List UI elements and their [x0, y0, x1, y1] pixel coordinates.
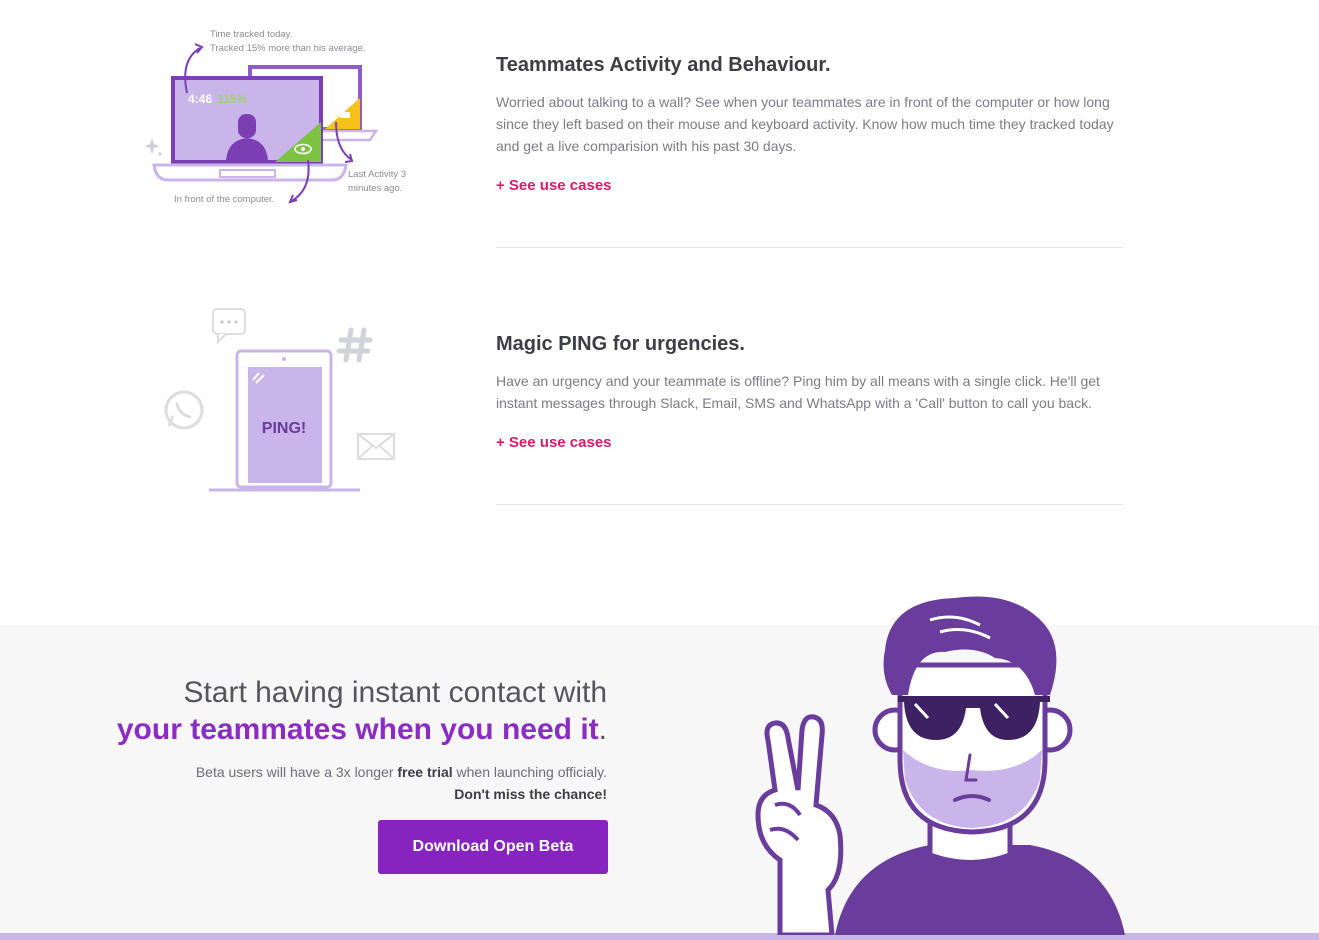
divider	[496, 247, 1123, 248]
phone-illustration: PING!	[164, 308, 395, 492]
last-activity-line2: minutes ago.	[348, 183, 402, 194]
timer-text: 4:46	[188, 92, 212, 106]
cta-sub-suffix: when launching officialy.	[452, 764, 607, 780]
cta-subtext-line2: Don't miss the chance!	[454, 786, 607, 802]
feature-title: Teammates Activity and Behaviour.	[496, 54, 831, 76]
whatsapp-icon	[164, 390, 204, 430]
cta-heading-line2: your teammates when you need it.	[87, 711, 607, 749]
cta-heading-period: .	[598, 713, 607, 746]
percent-text: 115%	[217, 92, 247, 106]
cta-sub-prefix: Beta users will have a 3x longer	[195, 764, 398, 780]
cta-subtext: Beta users will have a 3x longer free tr…	[87, 761, 607, 783]
ping-illustration: PING!	[160, 300, 405, 500]
time-note-line2: Tracked 15% more than his average.	[210, 43, 365, 54]
peace-sign-guy-illustration	[755, 596, 1125, 938]
see-use-cases-link[interactable]: + See use cases	[496, 434, 612, 451]
front-note: In front of the computer.	[174, 194, 274, 205]
feature-ping-content: Magic PING for urgencies. Have an urgenc…	[496, 333, 1123, 452]
cta-heading-line1: Start having instant contact with	[183, 676, 607, 709]
mascot-illustration	[740, 590, 1140, 940]
cta-heading-highlight: your teammates when you need it	[116, 713, 599, 746]
feature-description: Worried about talking to a wall? See whe…	[496, 94, 1114, 154]
cta-text: Start having instant contact with your t…	[87, 675, 607, 805]
sparkle-icon	[144, 138, 162, 156]
cta-sub-bold: free trial	[397, 764, 453, 780]
landing-page: Time tracked today. Tracked 15% more tha…	[0, 0, 1319, 940]
chat-bubble-icon	[212, 308, 246, 345]
time-note-line1: Time tracked today.	[210, 29, 292, 40]
divider	[496, 504, 1123, 505]
feature-activity-content: Teammates Activity and Behaviour. Worrie…	[496, 54, 1123, 195]
mail-icon	[357, 433, 395, 460]
last-activity-line1: Last Activity 3	[348, 169, 406, 180]
download-open-beta-button[interactable]: Download Open Beta	[378, 820, 608, 874]
ping-phone-text: PING!	[262, 420, 306, 437]
feature-description: Have an urgency and your teammate is off…	[496, 373, 1100, 411]
activity-illustration: Time tracked today. Tracked 15% more tha…	[140, 20, 430, 225]
laptops-illustration: Time tracked today. Tracked 15% more tha…	[144, 29, 406, 205]
feature-title: Magic PING for urgencies.	[496, 333, 745, 355]
see-use-cases-link[interactable]: + See use cases	[496, 177, 612, 194]
peace-hand-icon	[755, 714, 844, 938]
hashtag-icon	[336, 327, 373, 363]
